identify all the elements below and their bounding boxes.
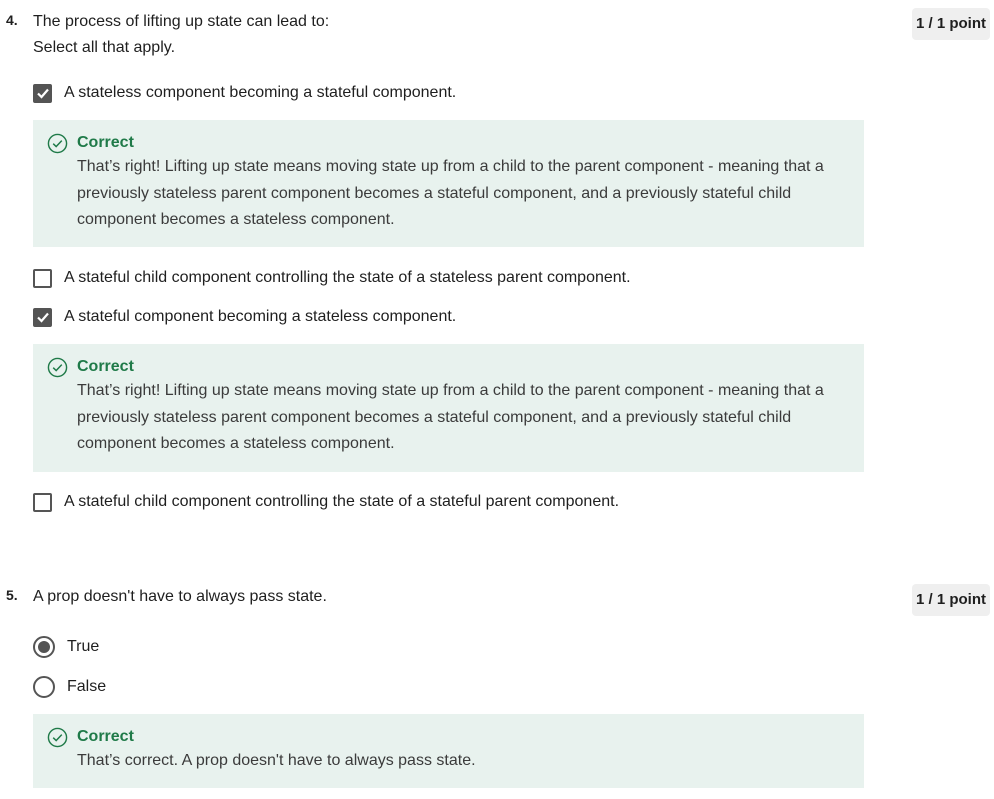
option-radio-false[interactable]: False xyxy=(33,675,106,699)
check-circle-icon xyxy=(47,357,68,377)
option-radio-true[interactable]: True xyxy=(33,635,99,659)
option-label: A stateful child component controlling t… xyxy=(64,493,620,510)
feedback-line: previously stateless parent component be… xyxy=(77,184,792,202)
option-label: A stateless component becoming a statefu… xyxy=(64,84,457,101)
question-number: 4. xyxy=(6,12,18,28)
option-checkbox-1[interactable]: A stateless component becoming a statefu… xyxy=(33,81,456,105)
option-checkbox-4[interactable]: A stateful child component controlling t… xyxy=(33,490,619,514)
radio-unselected[interactable] xyxy=(33,676,55,698)
question-number: 5. xyxy=(6,587,18,603)
option-label: A stateful child component controlling t… xyxy=(64,269,631,286)
check-circle-icon xyxy=(47,727,68,747)
checkmark-icon xyxy=(36,312,49,323)
feedback-line: That’s right! Lifting up state means mov… xyxy=(77,158,824,175)
radio-selected[interactable] xyxy=(33,636,55,658)
feedback-correct: Correct That’s correct. A prop doesn't h… xyxy=(33,714,864,788)
feedback-line: That’s right! Lifting up state means mov… xyxy=(77,382,824,399)
checkbox-unchecked[interactable] xyxy=(33,268,52,288)
option-label: True xyxy=(67,638,100,655)
feedback-line: component becomes a stateless component. xyxy=(77,435,395,452)
question-instruction: Select all that apply. xyxy=(33,39,176,56)
feedback-line: previously stateless parent component be… xyxy=(77,408,792,426)
points-badge: 1 / 1 point xyxy=(911,584,990,616)
feedback-correct: Correct That’s right! Lifting up state m… xyxy=(33,344,864,472)
question-prompt: A prop doesn't have to always pass state… xyxy=(33,588,327,605)
feedback-title: Correct xyxy=(77,728,134,745)
checkmark-icon xyxy=(36,88,49,99)
feedback-text: That’s right! Lifting up state means mov… xyxy=(77,154,850,234)
radio-dot xyxy=(38,641,50,653)
feedback-title: Correct xyxy=(77,134,134,151)
option-checkbox-2[interactable]: A stateful child component controlling t… xyxy=(33,266,631,290)
check-circle-icon xyxy=(47,133,68,153)
checkbox-unchecked[interactable] xyxy=(33,492,52,512)
points-badge: 1 / 1 point xyxy=(911,8,990,40)
feedback-title: Correct xyxy=(77,358,134,375)
feedback-line: component becomes a stateless component. xyxy=(77,211,395,228)
checkbox-checked[interactable] xyxy=(33,83,52,103)
feedback-text: That’s correct. A prop doesn't have to a… xyxy=(77,752,476,769)
option-label: False xyxy=(67,678,107,695)
checkbox-checked[interactable] xyxy=(33,307,52,327)
option-checkbox-3[interactable]: A stateful component becoming a stateles… xyxy=(33,305,456,329)
feedback-text: That’s right! Lifting up state means mov… xyxy=(77,378,850,458)
question-prompt-line: The process of lifting up state can lead… xyxy=(33,13,330,30)
feedback-correct: Correct That’s right! Lifting up state m… xyxy=(33,120,864,247)
option-label: A stateful component becoming a stateles… xyxy=(64,308,457,325)
question-prompt: The process of lifting up state can lead… xyxy=(33,9,329,61)
